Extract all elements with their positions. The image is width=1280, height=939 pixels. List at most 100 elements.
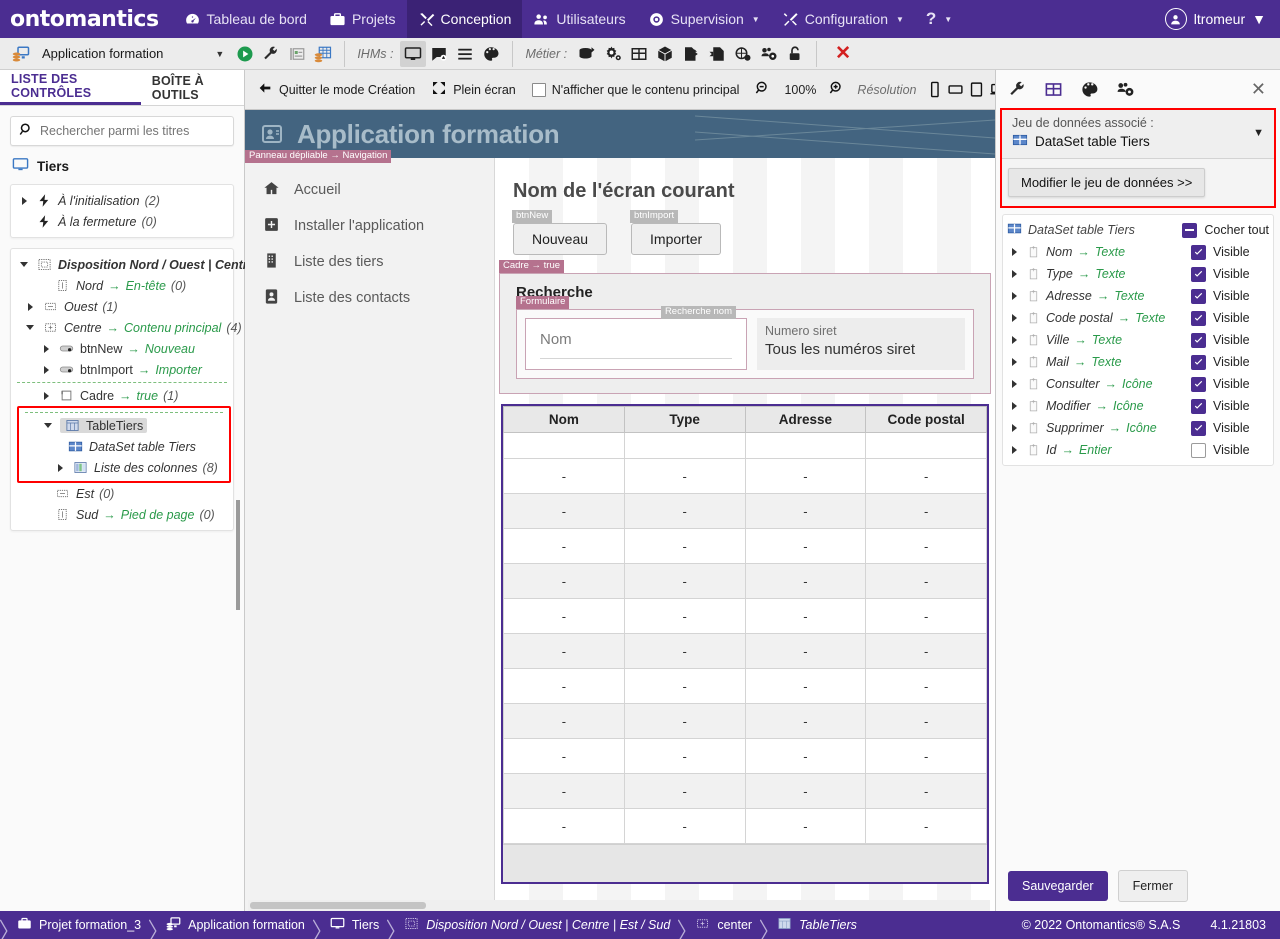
field-visible-control[interactable]: Visible [1191,376,1269,392]
preview-nav-liste-contacts[interactable]: Liste des contacts [245,280,494,316]
table-row[interactable]: - - - - [503,808,987,844]
preview-btn-nouveau[interactable]: btnNew Nouveau [512,210,608,255]
table-row[interactable]: - - - - [503,703,987,739]
fullscreen-button[interactable]: Plein écran [425,77,522,102]
user-menu[interactable]: ltromeur ▼ [1157,8,1280,30]
table-filter-row[interactable] [503,432,987,459]
zoom-out-button[interactable] [749,77,777,102]
preview-nav-installer[interactable]: Installer l'application [245,208,494,244]
checkbox-checked-icon[interactable] [1191,420,1206,436]
metier-import-button[interactable] [704,41,730,67]
chevron-right-icon[interactable] [1007,292,1021,300]
chevron-right-icon[interactable] [1007,424,1021,432]
breadcrumb-disposition[interactable]: Disposition Nord / Ouest | Centre | Est … [396,916,678,934]
field-visible-control[interactable]: Visible [1191,310,1269,326]
metier-settings-button[interactable] [600,41,626,67]
indeterminate-checkbox-icon[interactable] [1182,222,1198,238]
tree-item-initialisation[interactable]: À l'initialisation (2) [11,190,233,211]
tree-item-est[interactable]: Est (0) [11,483,233,504]
tree-item-btnnew[interactable]: btnNew → Nouveau [11,338,233,359]
field-visible-control[interactable]: Visible [1191,266,1269,282]
table-row[interactable]: - - - - [503,668,987,704]
checkbox-checked-icon[interactable] [1191,310,1206,326]
field-row-supprimer[interactable]: Supprimer → Icône Visible [1003,417,1273,439]
filter-cell[interactable] [623,432,746,459]
field-row-ville[interactable]: Ville → Texte Visible [1003,329,1273,351]
chevron-right-icon[interactable] [53,463,67,472]
preview-field-siret[interactable]: Numero siret Tous les numéros siret [757,318,965,370]
canvas-horizontal-scrollbar[interactable] [248,900,990,911]
tree-item-sud[interactable]: Sud → Pied de page (0) [11,504,233,525]
check-all-control[interactable]: Cocher tout [1182,222,1269,238]
wrench-button[interactable] [258,41,284,67]
preview-btn-importer[interactable]: btnImport Importer [630,210,722,255]
chevron-right-icon[interactable] [39,344,53,353]
search-input[interactable] [40,124,225,138]
metier-box-button[interactable] [652,41,678,67]
tree-item-colonnes[interactable]: Liste des colonnes (8) [19,457,229,478]
tree-item-btnimport[interactable]: btnImport → Importer [11,359,233,380]
nav-item-help[interactable]: ? ▼ [915,0,963,38]
field-row-code-postal[interactable]: Code postal → Texte Visible [1003,307,1273,329]
dataset-selector[interactable]: Jeu de données associé : DataSet table T… [1002,110,1274,159]
field-row-consulter[interactable]: Consulter → Icône Visible [1003,373,1273,395]
wrench-icon[interactable] [1002,75,1032,103]
tree-item-fermeture[interactable]: À la fermeture (0) [11,211,233,232]
checkbox-checked-icon[interactable] [1191,244,1206,260]
table-row[interactable]: - - - - [503,738,987,774]
exit-design-mode-button[interactable]: Quitter le mode Création [251,77,421,102]
table-col-adresse[interactable]: Adresse [744,406,867,433]
tree-item-ouest[interactable]: Ouest (1) [11,296,233,317]
nav-item-supervision[interactable]: Supervision ▼ [637,0,771,38]
breadcrumb-center[interactable]: center [687,916,760,934]
field-row-id[interactable]: Id → Entier Visible [1003,439,1273,461]
table-row[interactable]: - - - - [503,493,987,529]
palette-icon[interactable] [1074,75,1104,103]
table-col-type[interactable]: Type [623,406,746,433]
chevron-down-icon[interactable] [41,423,55,428]
preview-nav-accueil[interactable]: Accueil [245,172,494,208]
field-row-modifier[interactable]: Modifier → Icône Visible [1003,395,1273,417]
nav-item-tableau-de-bord[interactable]: Tableau de bord [173,0,318,38]
table-row[interactable]: - - - - [503,563,987,599]
filter-cell[interactable] [503,432,625,459]
chevron-right-icon[interactable] [1007,314,1021,322]
brand-logo[interactable]: ontomantics [0,7,173,32]
field-visible-control[interactable]: Visible [1191,420,1269,436]
ihm-screens-button[interactable] [400,40,427,67]
tab-boite-a-outils[interactable]: BOÎTE À OUTILS [141,70,244,105]
metier-export-button[interactable] [678,41,704,67]
chevron-down-icon[interactable] [17,262,31,267]
breadcrumb-tiers[interactable]: Tiers [322,916,387,934]
chevron-down-icon[interactable] [23,325,37,330]
metier-table-button[interactable] [626,41,652,67]
main-content-only-toggle[interactable]: N'afficher que le contenu principal [526,80,746,100]
table-row[interactable]: - - - - [503,773,987,809]
table-col-codepostal[interactable]: Code postal [865,406,987,433]
chevron-down-icon[interactable]: ▼ [1253,127,1264,139]
checkbox-checked-icon[interactable] [1191,288,1206,304]
ihm-messages-button[interactable] [426,41,452,67]
table-row[interactable]: - - - - [503,528,987,564]
run-button[interactable] [232,41,258,67]
field-row-type[interactable]: Type → Texte Visible [1003,263,1273,285]
chevron-right-icon[interactable] [1007,446,1021,454]
chevron-right-icon[interactable] [1007,402,1021,410]
chevron-right-icon[interactable] [1007,270,1021,278]
field-visible-control[interactable]: Visible [1191,398,1269,414]
field-row-mail[interactable]: Mail → Texte Visible [1003,351,1273,373]
modify-dataset-button[interactable]: Modifier le jeu de données >> [1008,168,1206,197]
tree-item-dataset[interactable]: DataSet table Tiers [19,436,229,457]
form-button[interactable] [284,41,310,67]
chevron-right-icon[interactable] [39,365,53,374]
breadcrumb-application[interactable]: Application formation [158,916,313,934]
checkbox-checked-icon[interactable] [1191,376,1206,392]
table-col-nom[interactable]: Nom [503,406,625,433]
breadcrumb-projet[interactable]: Projet formation_3 [9,916,149,934]
metier-roles-button[interactable] [756,41,782,67]
field-visible-control[interactable]: Visible [1191,442,1269,458]
metier-lock-button[interactable] [782,41,808,67]
close-button[interactable]: Fermer [1117,870,1188,902]
chevron-right-icon[interactable] [1007,358,1021,366]
field-visible-control[interactable]: Visible [1191,288,1269,304]
